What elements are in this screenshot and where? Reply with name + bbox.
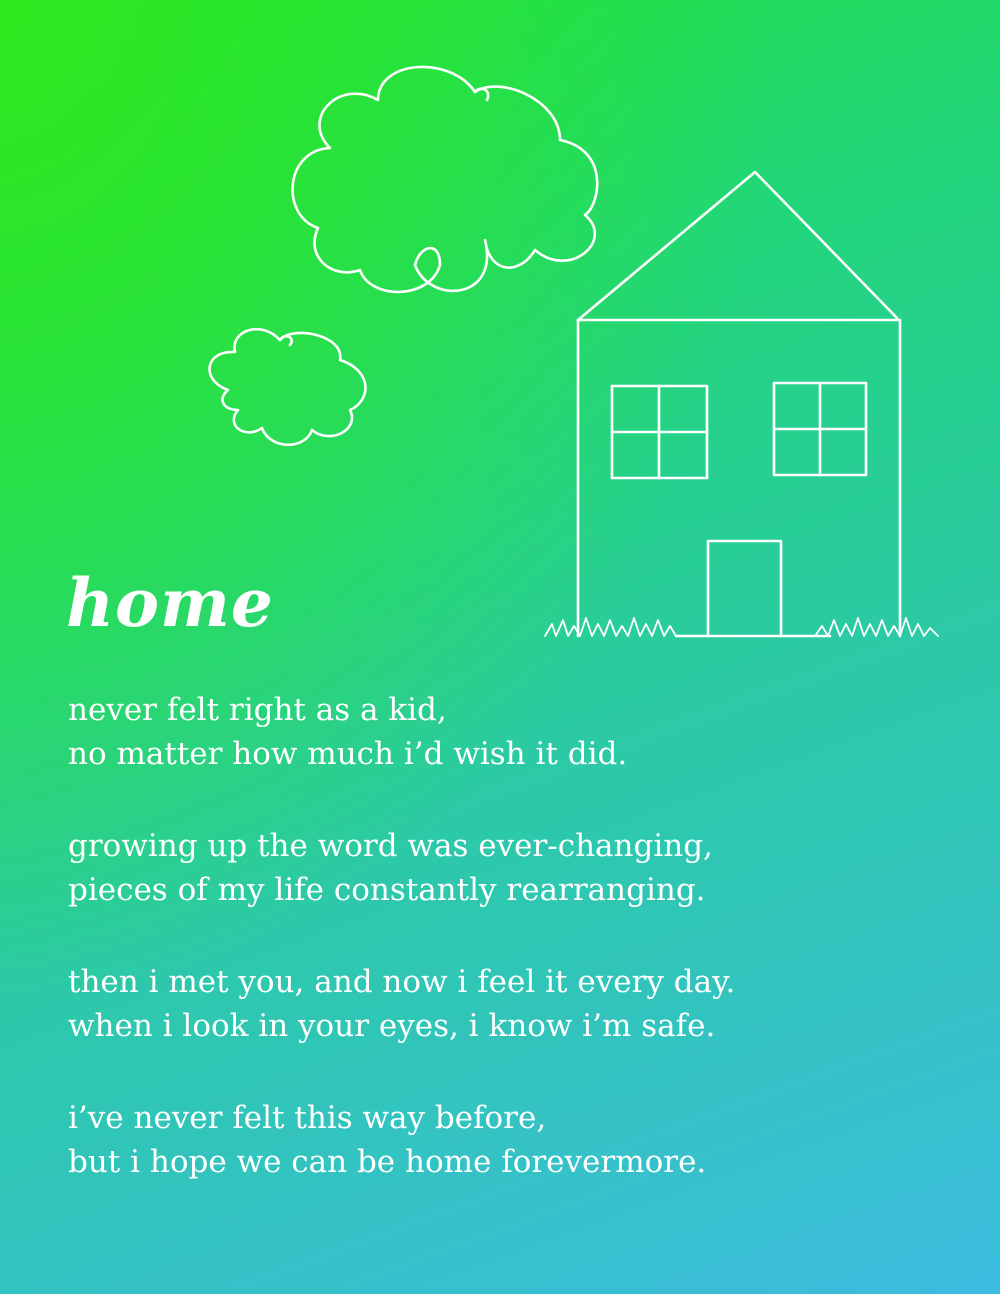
small-cloud-icon <box>208 327 367 446</box>
poem-body: never felt right as a kid, no matter how… <box>68 688 948 1232</box>
poem-line: pieces of my life constantly rearranging… <box>68 872 706 908</box>
poem-line: then i met you, and now i feel it every … <box>68 964 736 1000</box>
poem-line: but i hope we can be home forevermore. <box>68 1144 707 1180</box>
window-right-panes <box>772 381 868 477</box>
door-icon <box>706 539 783 638</box>
window-left-panes <box>610 384 709 480</box>
stanza-2: growing up the word was ever-changing, p… <box>68 824 948 912</box>
poem-title: home <box>66 564 274 642</box>
roof-icon <box>576 170 899 322</box>
grass-right-icon <box>814 617 939 637</box>
poem-line: no matter how much i’d wish it did. <box>68 736 628 772</box>
house-icon <box>576 170 902 638</box>
poem-line: i’ve never felt this way before, <box>68 1100 547 1136</box>
large-cloud-icon <box>291 65 599 294</box>
grass-left-icon <box>544 617 677 637</box>
poem-line: never felt right as a kid, <box>68 692 447 728</box>
poem-line: growing up the word was ever-changing, <box>68 828 713 864</box>
stanza-1: never felt right as a kid, no matter how… <box>68 688 948 776</box>
cloud-curl-icon <box>473 87 490 102</box>
stanza-4: i’ve never felt this way before, but i h… <box>68 1096 948 1184</box>
stanza-3: then i met you, and now i feel it every … <box>68 960 948 1048</box>
cloud-curl-icon <box>278 334 293 347</box>
poem-line: when i look in your eyes, i know i’m saf… <box>68 1008 716 1044</box>
